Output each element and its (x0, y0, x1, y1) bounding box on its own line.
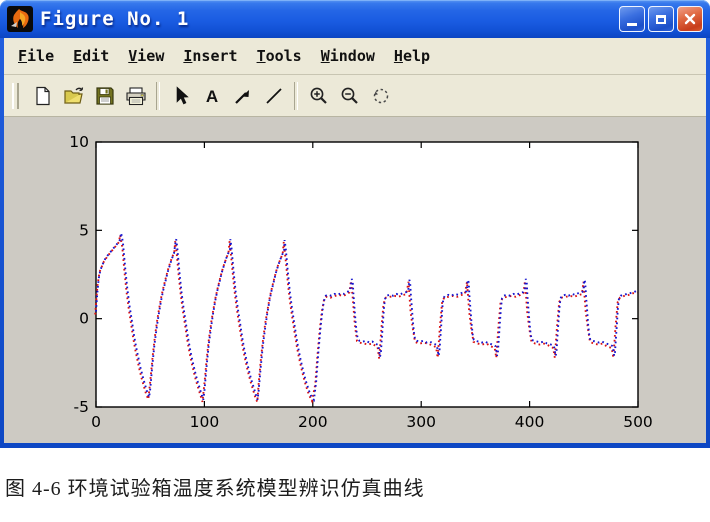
figure-caption: 图 4-6 环境试验箱温度系统模型辨识仿真曲线 (5, 472, 705, 501)
insert-line-icon (264, 86, 284, 106)
rotate-3d-icon (370, 86, 392, 106)
menu-view[interactable]: View (128, 47, 164, 65)
close-button[interactable] (677, 6, 703, 32)
menu-file[interactable]: File (18, 47, 54, 65)
x-tick-label: 200 (298, 413, 328, 431)
toolbar: A (4, 75, 706, 117)
plot-svg: 0100200300400500-50510 (4, 117, 706, 443)
figure-canvas[interactable]: 0100200300400500-50510 (4, 117, 706, 443)
save-figure-icon (95, 86, 115, 106)
rotate-3d-button[interactable] (365, 82, 396, 110)
print-figure-button[interactable] (120, 82, 151, 110)
close-icon (684, 13, 696, 25)
x-tick-label: 0 (91, 413, 101, 431)
window-body: File Edit View Insert Tools Window Help (4, 38, 706, 443)
toolbar-gripper[interactable] (12, 83, 19, 109)
menu-edit[interactable]: Edit (73, 47, 109, 65)
edit-plot-pointer-button[interactable] (165, 82, 196, 110)
maximize-icon (656, 15, 666, 24)
title-bar[interactable]: Figure No. 1 (0, 0, 710, 38)
new-figure-icon (33, 86, 53, 106)
insert-text-button[interactable]: A (196, 82, 227, 110)
menu-tools[interactable]: Tools (257, 47, 302, 65)
insert-arrow-button[interactable] (227, 82, 258, 110)
edit-plot-pointer-icon (172, 86, 190, 106)
open-file-button[interactable] (58, 82, 89, 110)
insert-text-icon: A (203, 86, 221, 106)
x-tick-label: 400 (515, 413, 545, 431)
zoom-out-button[interactable] (334, 82, 365, 110)
menu-bar: File Edit View Insert Tools Window Help (4, 38, 706, 75)
minimize-button[interactable] (619, 6, 645, 32)
maximize-button[interactable] (648, 6, 674, 32)
menu-insert[interactable]: Insert (183, 47, 237, 65)
y-tick-label: 10 (69, 133, 89, 151)
x-tick-label: 100 (190, 413, 220, 431)
matlab-flame-icon (7, 6, 33, 32)
zoom-in-icon (308, 86, 330, 106)
insert-line-button[interactable] (258, 82, 289, 110)
y-tick-label: -5 (74, 398, 89, 416)
axes-box (96, 142, 638, 407)
zoom-out-icon (339, 86, 361, 106)
toolbar-separator (294, 82, 298, 110)
minimize-icon (627, 23, 637, 26)
y-tick-label: 0 (79, 310, 89, 328)
x-tick-label: 500 (623, 413, 653, 431)
figure-window: Figure No. 1 File Edit View Insert Tools… (0, 0, 710, 448)
new-figure-button[interactable] (27, 82, 58, 110)
window-controls (619, 6, 703, 32)
y-tick-label: 5 (79, 221, 89, 239)
insert-arrow-icon (233, 86, 253, 106)
save-figure-button[interactable] (89, 82, 120, 110)
open-file-icon (63, 86, 85, 106)
x-tick-label: 300 (406, 413, 436, 431)
print-figure-icon (125, 86, 147, 106)
menu-help[interactable]: Help (394, 47, 430, 65)
menu-window[interactable]: Window (321, 47, 375, 65)
toolbar-separator (156, 82, 160, 110)
window-title: Figure No. 1 (40, 8, 619, 30)
svg-text:A: A (205, 87, 217, 106)
zoom-in-button[interactable] (303, 82, 334, 110)
